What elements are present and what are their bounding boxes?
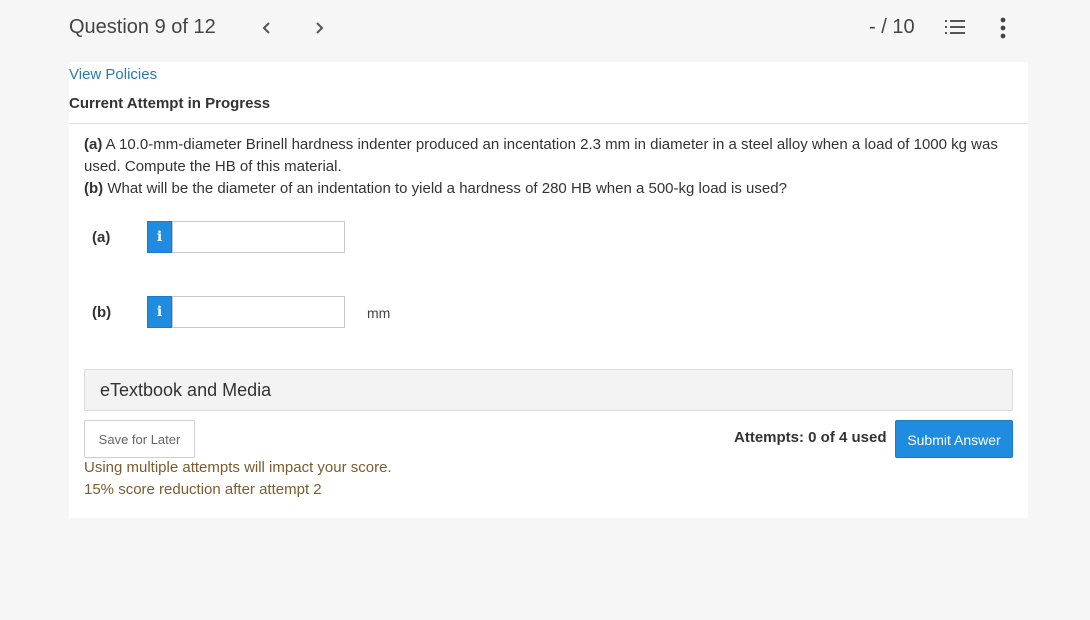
attempts-counter: Attempts: 0 of 4 used — [734, 429, 887, 446]
view-policies-link[interactable]: View Policies — [69, 66, 157, 83]
etextbook-media-section[interactable]: eTextbook and Media — [84, 369, 1013, 411]
attempt-status-title: Current Attempt in Progress — [69, 95, 271, 112]
info-icon[interactable]: i — [147, 221, 172, 253]
vertical-ellipsis-icon[interactable] — [996, 16, 1010, 40]
score-display: - / 10 — [869, 16, 915, 38]
part-a-text: A 10.0-mm-diameter Brinell hardness inde… — [84, 136, 998, 175]
part-b-text: What will be the diameter of an indentat… — [103, 180, 787, 197]
score-reduction-note: 15% score reduction after attempt 2 — [84, 481, 322, 498]
question-counter: Question 9 of 12 — [69, 16, 216, 38]
next-question-button[interactable] — [309, 17, 329, 39]
attempts-warning: Using multiple attempts will impact your… — [84, 459, 392, 476]
submit-answer-button[interactable]: Submit Answer — [895, 420, 1013, 458]
question-panel: View Policies Current Attempt in Progres… — [69, 62, 1028, 518]
part-a-prefix: (a) — [84, 136, 103, 153]
chevron-right-icon — [316, 22, 324, 34]
question-part-b: (b) What will be the diameter of an inde… — [84, 178, 1014, 200]
chevron-left-icon — [262, 22, 270, 34]
part-b-prefix: (b) — [84, 180, 104, 197]
answer-b-unit: mm — [367, 305, 391, 321]
divider — [69, 123, 1028, 124]
question-header: Question 9 of 12 - / 10 — [0, 0, 1090, 62]
answer-a-input[interactable] — [172, 221, 345, 253]
info-icon[interactable]: i — [147, 296, 172, 328]
numbered-list-icon[interactable] — [944, 18, 966, 38]
answer-b-label: (b) — [92, 304, 112, 321]
save-for-later-button[interactable]: Save for Later — [84, 420, 195, 458]
previous-question-button[interactable] — [257, 17, 277, 39]
question-text: (a) A 10.0-mm-diameter Brinell hardness … — [84, 134, 1014, 200]
question-part-a: (a) A 10.0-mm-diameter Brinell hardness … — [84, 134, 1014, 178]
answer-b-input[interactable] — [172, 296, 345, 328]
answer-a-label: (a) — [92, 229, 111, 246]
